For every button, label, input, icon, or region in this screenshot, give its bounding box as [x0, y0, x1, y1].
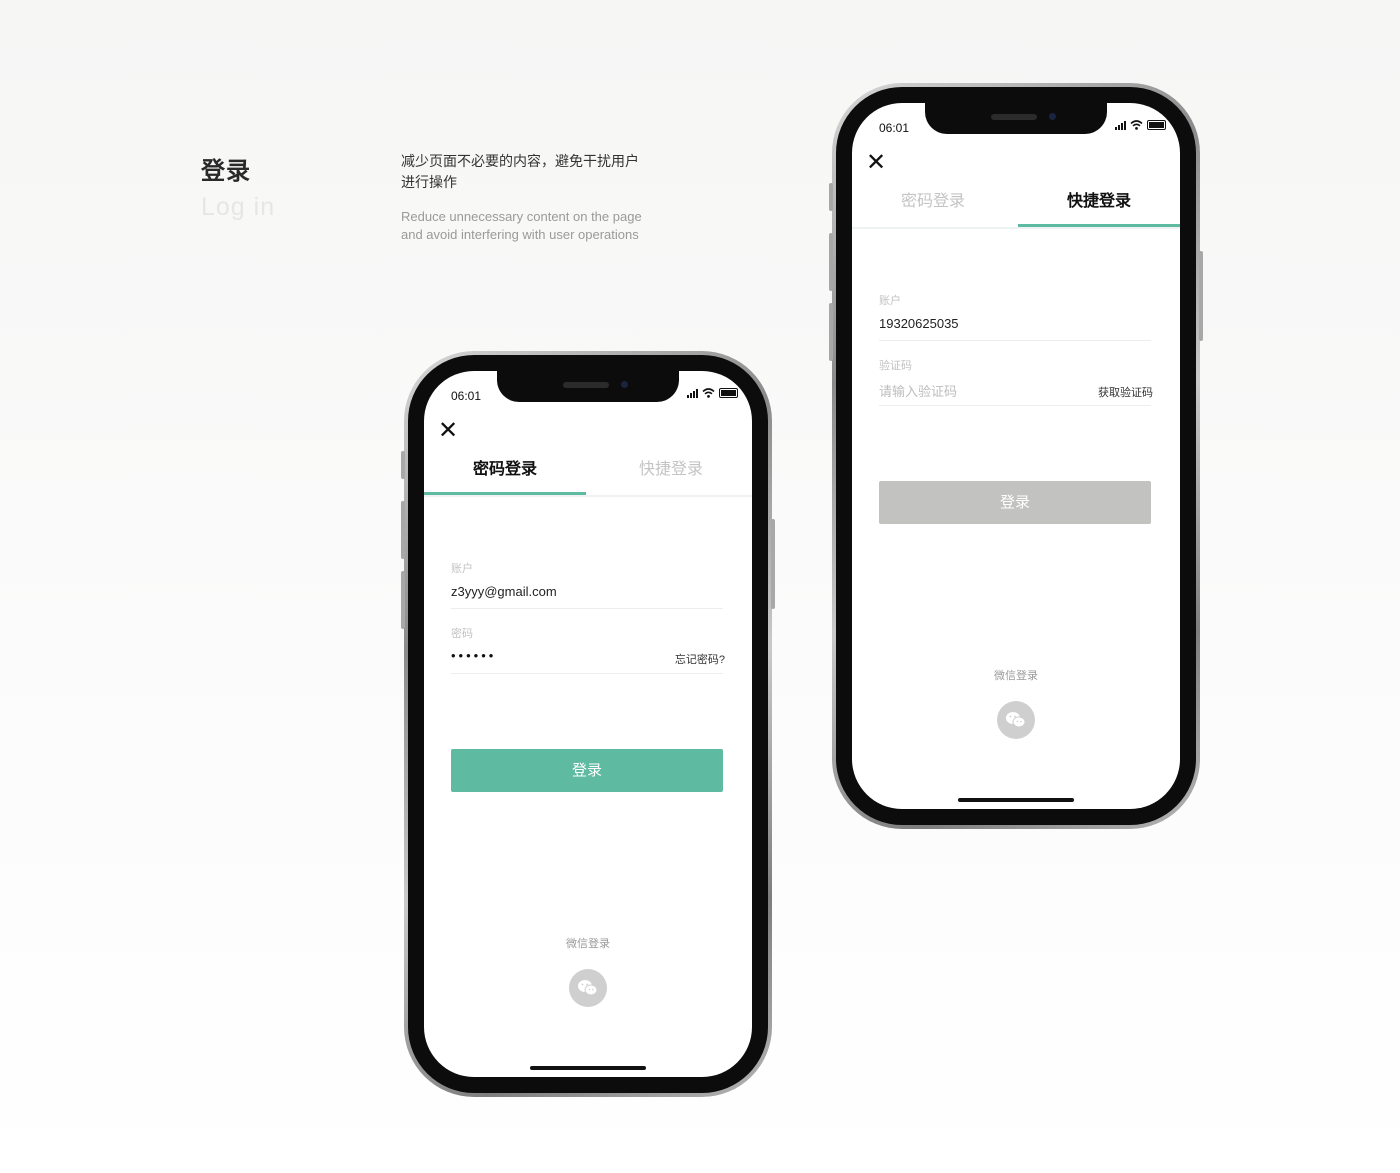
description-en: Reduce unnecessary content on the page a… — [401, 209, 642, 242]
close-icon[interactable]: ✕ — [865, 151, 887, 175]
password-underline — [451, 673, 723, 674]
description-cn: 减少页面不必要的内容，避免干扰用户进行操作 — [401, 153, 639, 190]
close-icon[interactable]: ✕ — [437, 419, 459, 443]
status-time: 06:01 — [879, 121, 910, 135]
tab-password-login[interactable]: 密码登录 — [852, 191, 1014, 227]
status-icons — [1115, 120, 1166, 130]
login-button[interactable]: 登录 — [451, 749, 723, 792]
account-input[interactable]: 19320625035 — [879, 316, 959, 331]
phone-password-login: 06:01 ✕ 密码登录 快捷登录 账户 z3yyy@gmail.com 密码 … — [401, 351, 775, 1097]
home-indicator — [530, 1066, 646, 1070]
wifi-icon — [1130, 120, 1143, 130]
login-button[interactable]: 登录 — [879, 481, 1151, 524]
section-title: 登录 — [201, 158, 251, 185]
forgot-password-link[interactable]: 忘记密码? — [675, 651, 725, 667]
account-label: 账户 — [879, 295, 901, 307]
battery-icon — [1147, 120, 1166, 130]
screen: 06:01 ✕ 密码登录 快捷登录 账户 19320625035 验证码 请输入… — [852, 103, 1180, 809]
code-input[interactable]: 请输入验证码 — [879, 381, 957, 400]
status-time: 06:01 — [451, 389, 482, 403]
notch — [497, 371, 679, 402]
wechat-login-label: 微信登录 — [566, 938, 610, 950]
password-input[interactable]: •••••• — [451, 648, 496, 663]
tab-quick-login[interactable]: 快捷登录 — [1018, 191, 1180, 227]
home-indicator — [958, 798, 1074, 802]
wechat-icon[interactable] — [569, 969, 607, 1007]
login-tabs: 密码登录 快捷登录 — [852, 191, 1180, 229]
wechat-icon[interactable] — [997, 701, 1035, 739]
get-code-link[interactable]: 获取验证码 — [1098, 384, 1153, 400]
signal-icon — [687, 389, 698, 398]
tab-password-login[interactable]: 密码登录 — [424, 459, 586, 495]
notch — [925, 103, 1107, 134]
account-input[interactable]: z3yyy@gmail.com — [451, 584, 557, 599]
status-icons — [687, 388, 738, 398]
login-tabs: 密码登录 快捷登录 — [424, 459, 752, 497]
phone-quick-login: 06:01 ✕ 密码登录 快捷登录 账户 19320625035 验证码 请输入… — [829, 83, 1203, 829]
tab-quick-login[interactable]: 快捷登录 — [590, 459, 752, 495]
code-underline — [879, 405, 1151, 406]
screen: 06:01 ✕ 密码登录 快捷登录 账户 z3yyy@gmail.com 密码 … — [424, 371, 752, 1077]
section-subtitle: Log in — [201, 193, 276, 221]
code-label: 验证码 — [879, 360, 912, 372]
account-underline — [451, 608, 723, 609]
account-underline — [879, 340, 1151, 341]
password-label: 密码 — [451, 628, 473, 640]
wechat-login-label: 微信登录 — [994, 670, 1038, 682]
wifi-icon — [702, 388, 715, 398]
account-label: 账户 — [451, 563, 473, 575]
signal-icon — [1115, 121, 1126, 130]
battery-icon — [719, 388, 738, 398]
